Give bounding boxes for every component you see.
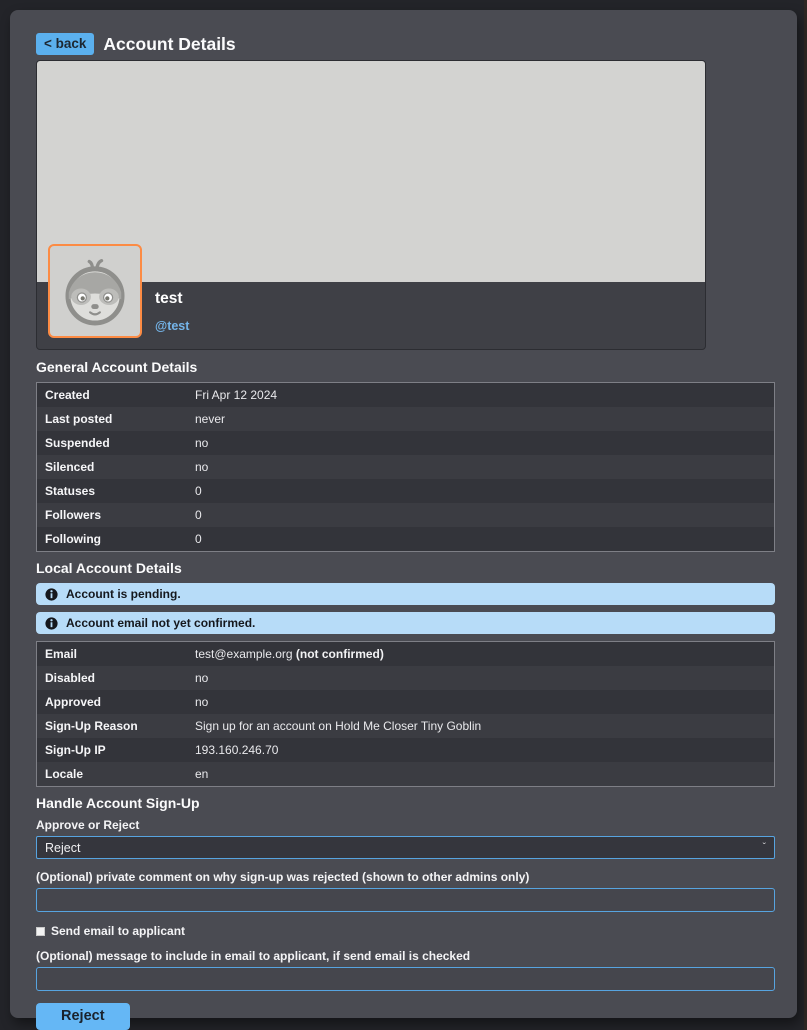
email-unconfirmed-notice: Account email not yet confirmed. <box>36 612 775 634</box>
row-value: Fri Apr 12 2024 <box>187 383 285 407</box>
local-section-heading: Local Account Details <box>36 560 771 576</box>
table-row: Sign-Up ReasonSign up for an account on … <box>37 714 774 738</box>
select-value: Reject <box>45 841 80 855</box>
table-row: Silencedno <box>37 455 774 479</box>
email-message-input[interactable] <box>36 967 775 991</box>
pending-notice: Account is pending. <box>36 583 775 605</box>
send-email-label: Send email to applicant <box>51 924 185 938</box>
row-label: Followers <box>37 503 187 527</box>
table-row: Suspendedno <box>37 431 774 455</box>
general-section-heading: General Account Details <box>36 359 771 375</box>
sloth-avatar-icon <box>54 250 136 332</box>
info-icon <box>45 588 58 601</box>
signup-section-heading: Handle Account Sign-Up <box>36 795 771 811</box>
row-label: Email <box>37 642 187 666</box>
notice-text: Account is pending. <box>66 587 181 601</box>
table-row: Emailtest@example.org (not confirmed) <box>37 642 774 666</box>
approve-reject-select[interactable]: Reject ˇ <box>36 836 775 859</box>
private-comment-input[interactable] <box>36 888 775 912</box>
table-row: CreatedFri Apr 12 2024 <box>37 383 774 407</box>
notice-text: Account email not yet confirmed. <box>66 616 255 630</box>
profile-identity: test @test <box>155 290 189 335</box>
general-details-table: CreatedFri Apr 12 2024Last postedneverSu… <box>36 382 775 552</box>
row-value: 0 <box>187 479 210 503</box>
table-row: Approvedno <box>37 690 774 714</box>
approve-reject-label: Approve or Reject <box>36 818 771 832</box>
row-label: Sign-Up Reason <box>37 714 187 738</box>
row-value: Sign up for an account on Hold Me Closer… <box>187 714 489 738</box>
row-value: no <box>187 666 216 690</box>
row-value: never <box>187 407 233 431</box>
page-title: Account Details <box>103 34 235 55</box>
account-handle-link[interactable]: @test <box>155 319 189 333</box>
table-row: Localeen <box>37 762 774 786</box>
table-row: Following0 <box>37 527 774 551</box>
row-label: Sign-Up IP <box>37 738 187 762</box>
local-details-table: Emailtest@example.org (not confirmed)Dis… <box>36 641 775 787</box>
row-label: Disabled <box>37 666 187 690</box>
table-row: Last postednever <box>37 407 774 431</box>
avatar <box>48 244 142 338</box>
row-label: Suspended <box>37 431 187 455</box>
table-row: Disabledno <box>37 666 774 690</box>
table-row: Followers0 <box>37 503 774 527</box>
account-details-panel: < back Account Details test @test <box>10 10 797 1018</box>
row-value: 0 <box>187 503 210 527</box>
row-label: Created <box>37 383 187 407</box>
reject-button[interactable]: Reject <box>36 1003 130 1030</box>
row-value: 0 <box>187 527 210 551</box>
table-row: Sign-Up IP193.160.246.70 <box>37 738 774 762</box>
table-row: Statuses0 <box>37 479 774 503</box>
private-comment-label: (Optional) private comment on why sign-u… <box>36 870 771 884</box>
row-label: Silenced <box>37 455 187 479</box>
row-value: en <box>187 762 216 786</box>
info-icon <box>45 617 58 630</box>
row-label: Approved <box>37 690 187 714</box>
send-email-checkbox[interactable] <box>36 927 45 936</box>
email-message-label: (Optional) message to include in email t… <box>36 949 771 963</box>
row-value: test@example.org (not confirmed) <box>187 642 392 666</box>
row-label: Following <box>37 527 187 551</box>
row-label: Statuses <box>37 479 187 503</box>
row-label: Last posted <box>37 407 187 431</box>
row-label: Locale <box>37 762 187 786</box>
row-value: no <box>187 431 216 455</box>
page-header: < back Account Details <box>36 33 771 55</box>
display-name: test <box>155 290 189 308</box>
back-button[interactable]: < back <box>36 33 94 55</box>
send-email-row: Send email to applicant <box>36 924 771 938</box>
row-value-note: (not confirmed) <box>293 647 384 661</box>
profile-card: test @test <box>36 60 706 350</box>
row-value: no <box>187 690 216 714</box>
row-value: no <box>187 455 216 479</box>
chevron-down-icon: ˇ <box>763 842 766 853</box>
row-value: 193.160.246.70 <box>187 738 286 762</box>
